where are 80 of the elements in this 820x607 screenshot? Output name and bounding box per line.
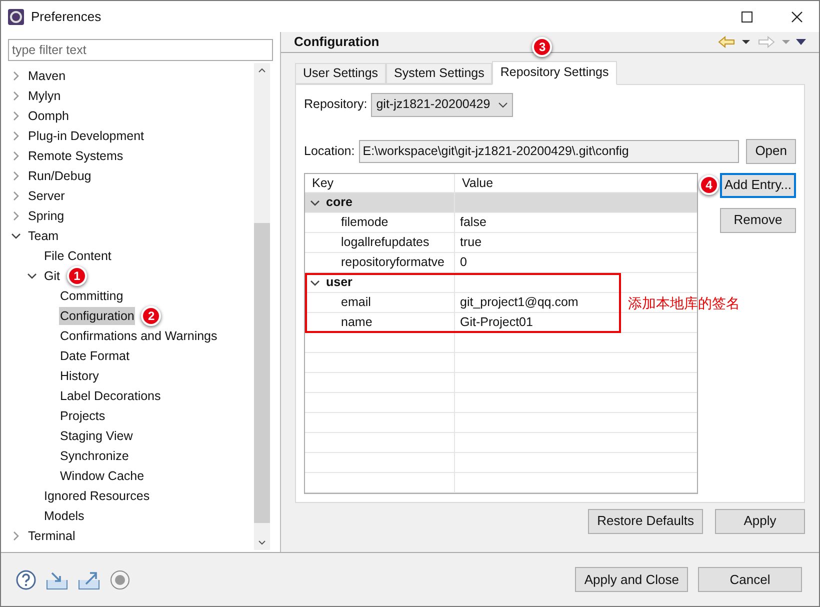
tree-item[interactable]: Ignored Resources <box>43 486 151 506</box>
tree-item[interactable]: Plug-in Development <box>27 126 146 146</box>
tree-item[interactable]: History <box>59 366 100 386</box>
button[interactable]: Restore Defaults <box>588 508 703 534</box>
scroll-down-icon[interactable] <box>258 540 266 546</box>
step-badge: 4 <box>699 175 719 195</box>
tree-item[interactable]: Git <box>43 266 61 286</box>
step-badge: 2 <box>141 306 162 326</box>
maximize-icon[interactable] <box>741 10 753 22</box>
column-header[interactable]: Key <box>305 174 455 192</box>
section-name: user <box>326 274 352 292</box>
help-icon[interactable] <box>16 570 36 590</box>
page-title: Configuration <box>294 33 380 51</box>
key-cell: name <box>305 313 455 332</box>
close-icon[interactable] <box>791 10 803 22</box>
tree-item[interactable]: Server <box>27 186 66 206</box>
tree-item[interactable]: Spring <box>27 206 66 226</box>
tree-item[interactable]: Models <box>43 506 86 526</box>
chevron-down-icon[interactable] <box>310 278 320 288</box>
key-cell: filemode <box>305 213 455 232</box>
dropdown-caret-icon <box>498 102 508 108</box>
chevron-down-icon[interactable] <box>310 198 320 208</box>
export-icon[interactable] <box>78 570 100 590</box>
value-cell-text: false <box>459 214 486 232</box>
filter-field[interactable]: type filter text <box>8 39 273 61</box>
tree-item[interactable]: Staging View <box>59 426 134 446</box>
chevron-down-icon[interactable] <box>11 231 21 241</box>
tree-item[interactable]: Window Cache <box>59 466 146 486</box>
tree-item[interactable]: Synchronize <box>59 446 130 466</box>
tree-item[interactable]: File Content <box>43 246 112 266</box>
tree-item[interactable]: Oomph <box>27 106 70 126</box>
window-title: Preferences <box>31 8 102 26</box>
button[interactable]: Cancel <box>698 567 802 592</box>
tree-item[interactable]: Configuration <box>59 306 136 326</box>
menu-icon[interactable] <box>796 38 806 46</box>
tree-item[interactable]: Label Decorations <box>59 386 162 406</box>
section-name: core <box>326 194 352 212</box>
column-header[interactable]: Value <box>455 174 697 192</box>
button[interactable]: Add Entry... <box>720 172 796 198</box>
app-icon <box>7 8 25 26</box>
tree-item[interactable]: Remote Systems <box>27 146 124 166</box>
tree-item[interactable]: Maven <box>27 66 67 86</box>
repository-label: Repository: <box>304 96 368 114</box>
tree-item[interactable]: Committing <box>59 286 124 306</box>
key-cell: logallrefupdates <box>305 233 455 252</box>
scroll-up-icon[interactable] <box>258 67 266 73</box>
tree-item[interactable]: Confirmations and Warnings <box>59 326 218 346</box>
section-row[interactable]: core <box>305 193 697 214</box>
step-badge: 1 <box>66 266 87 286</box>
tab[interactable]: User Settings <box>295 62 386 84</box>
tree-item[interactable]: Projects <box>59 406 106 426</box>
section-row[interactable]: user <box>305 273 697 294</box>
tree-item[interactable]: Run/Debug <box>27 166 92 186</box>
location-label: Location: <box>304 142 355 160</box>
value-cell-text: 0 <box>459 254 467 272</box>
tree-item[interactable]: Date Format <box>59 346 130 366</box>
button[interactable]: Apply <box>715 508 805 534</box>
value-cell-text: git_project1@qq.com <box>459 294 578 312</box>
import-icon[interactable] <box>46 570 68 590</box>
chevron-down-icon[interactable] <box>27 271 37 281</box>
tree-item[interactable]: Mylyn <box>27 86 62 106</box>
button[interactable]: Remove <box>720 208 796 232</box>
location-field[interactable]: E:\workspace\git\git-jz1821-20200429\.git\config <box>358 140 740 162</box>
tab[interactable]: System Settings <box>386 62 492 84</box>
annotation-note: 添加本地库的签名 <box>628 294 740 312</box>
tree-item[interactable]: Team <box>27 226 60 246</box>
scrollbar[interactable] <box>254 63 270 550</box>
repository-dropdown[interactable]: git-jz1821-20200429 <box>371 92 514 116</box>
chevron-right-icon[interactable] <box>11 531 21 541</box>
value-cell-text: true <box>459 234 482 252</box>
tab[interactable]: Repository Settings <box>492 60 617 84</box>
value-cell-text: Git-Project01 <box>459 314 533 332</box>
key-cell: email <box>305 293 455 312</box>
button[interactable]: Open <box>746 138 796 164</box>
button[interactable]: Apply and Close <box>575 567 688 592</box>
step-badge: 3 <box>532 36 552 56</box>
key-cell: repositoryformatve <box>305 253 455 272</box>
back-arrow-icon[interactable] <box>718 36 752 48</box>
tree-item[interactable]: Terminal <box>27 526 76 546</box>
stop-icon[interactable] <box>110 570 130 590</box>
